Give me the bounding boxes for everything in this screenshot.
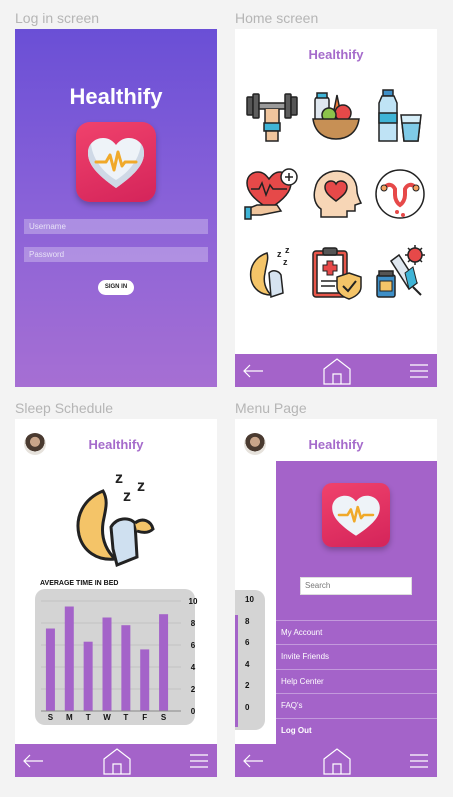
chart-bar — [121, 625, 131, 711]
x-tick-label: M — [66, 713, 73, 722]
background-y-tick-label: 6 — [245, 638, 250, 648]
y-tick-label: 6 — [191, 641, 196, 650]
home-bottom-nav — [235, 354, 437, 387]
background-chart-peek — [235, 590, 265, 730]
sleep-app-title: Healthify — [88, 437, 144, 452]
sleep-bottom-nav — [15, 744, 217, 777]
mental-health-icon[interactable] — [307, 165, 365, 223]
menu-item-invite-friends[interactable]: Invite Friends — [276, 644, 437, 668]
y-tick-label: 10 — [189, 597, 198, 606]
sleep-bar-chart: 10 8 6 4 2 0 S M T W T F S — [35, 589, 198, 725]
chart-bar — [102, 617, 112, 711]
dumbbell-icon[interactable] — [243, 87, 301, 145]
y-tick-label: 2 — [191, 685, 196, 694]
back-arrow-icon[interactable] — [21, 744, 45, 777]
y-tick-label: 0 — [191, 707, 196, 716]
heart-care-icon[interactable] — [243, 165, 301, 223]
chart-bar — [45, 628, 55, 711]
svg-text:z: z — [283, 257, 288, 267]
svg-text:z: z — [137, 478, 145, 495]
svg-text:z: z — [115, 470, 123, 487]
hamburger-menu-icon[interactable] — [188, 744, 210, 777]
menu-screen: Healthify 10 8 6 4 2 0 Search My Account Invi… — [235, 419, 437, 777]
login-screen: Healthify Username Password SIGN IN — [15, 29, 217, 387]
app-logo-icon — [76, 122, 156, 202]
background-y-tick-label: 10 — [245, 595, 254, 604]
svg-text:z: z — [285, 245, 290, 255]
sign-in-button[interactable]: SIGN IN — [98, 280, 134, 295]
username-field[interactable]: Username — [24, 219, 208, 234]
home-icon[interactable] — [102, 744, 132, 777]
sleep-panel-label: Sleep Schedule — [15, 400, 114, 416]
design-board: Log in screen Home screen Sleep Schedule… — [0, 0, 453, 797]
back-arrow-icon[interactable] — [241, 354, 265, 387]
home-panel-label: Home screen — [235, 10, 319, 26]
x-tick-label: T — [123, 713, 128, 722]
chart-bar — [83, 641, 93, 711]
menu-panel-label: Menu Page — [235, 400, 307, 416]
menu-item-faqs[interactable]: FAQ's — [276, 693, 437, 717]
home-icon[interactable] — [322, 744, 352, 777]
vaccine-icon[interactable] — [371, 243, 429, 301]
background-y-tick-label: 8 — [245, 616, 250, 626]
svg-text:z: z — [123, 488, 131, 505]
chart-background — [35, 589, 195, 725]
background-y-tick-label: 4 — [245, 659, 250, 669]
menu-bottom-nav — [235, 744, 437, 777]
uterus-icon[interactable] — [371, 165, 429, 223]
water-bottle-icon[interactable] — [371, 87, 429, 145]
home-screen: Healthify z z z — [235, 29, 437, 387]
home-icon[interactable] — [322, 354, 352, 387]
app-logo-icon — [322, 483, 390, 547]
sleep-screen: Healthify z z z AVERAGE TIME IN BED 10 8 6… — [15, 419, 217, 777]
menu-app-title: Healthify — [308, 437, 364, 452]
background-y-tick-label: 0 — [245, 703, 250, 712]
search-input[interactable]: Search — [300, 577, 412, 595]
background-y-tick-label: 2 — [245, 681, 250, 691]
menu-item-help-center[interactable]: Help Center — [276, 669, 437, 693]
medical-insurance-icon[interactable] — [307, 243, 365, 301]
healthy-food-icon[interactable] — [307, 87, 365, 145]
chart-title: AVERAGE TIME IN BED — [40, 580, 119, 587]
x-tick-label: W — [103, 713, 111, 722]
chart-bar — [64, 606, 74, 711]
login-panel-label: Log in screen — [15, 10, 100, 26]
back-arrow-icon[interactable] — [241, 744, 265, 777]
x-tick-label: S — [48, 713, 54, 722]
hamburger-menu-icon[interactable] — [408, 744, 430, 777]
menu-drawer: Search My Account Invite Friends Help Ce… — [276, 461, 437, 747]
x-tick-label: S — [161, 713, 167, 722]
background-chart-bar — [235, 615, 238, 727]
hamburger-menu-icon[interactable] — [408, 354, 430, 387]
login-app-title: Healthify — [69, 84, 163, 109]
svg-text:z: z — [277, 249, 282, 259]
x-tick-label: T — [86, 713, 91, 722]
menu-item-log-out[interactable]: Log Out — [276, 718, 437, 742]
chart-bar — [140, 649, 150, 711]
y-tick-label: 4 — [191, 663, 196, 672]
x-tick-label: F — [142, 713, 147, 722]
password-field[interactable]: Password — [24, 247, 208, 262]
sleep-moon-icon[interactable]: z z z — [243, 243, 301, 301]
chart-bar — [159, 614, 169, 711]
home-app-title: Healthify — [308, 47, 364, 62]
y-tick-label: 8 — [191, 619, 196, 628]
menu-item-my-account[interactable]: My Account — [276, 620, 437, 644]
sleeping-moon-illustration: z z z — [73, 467, 163, 568]
